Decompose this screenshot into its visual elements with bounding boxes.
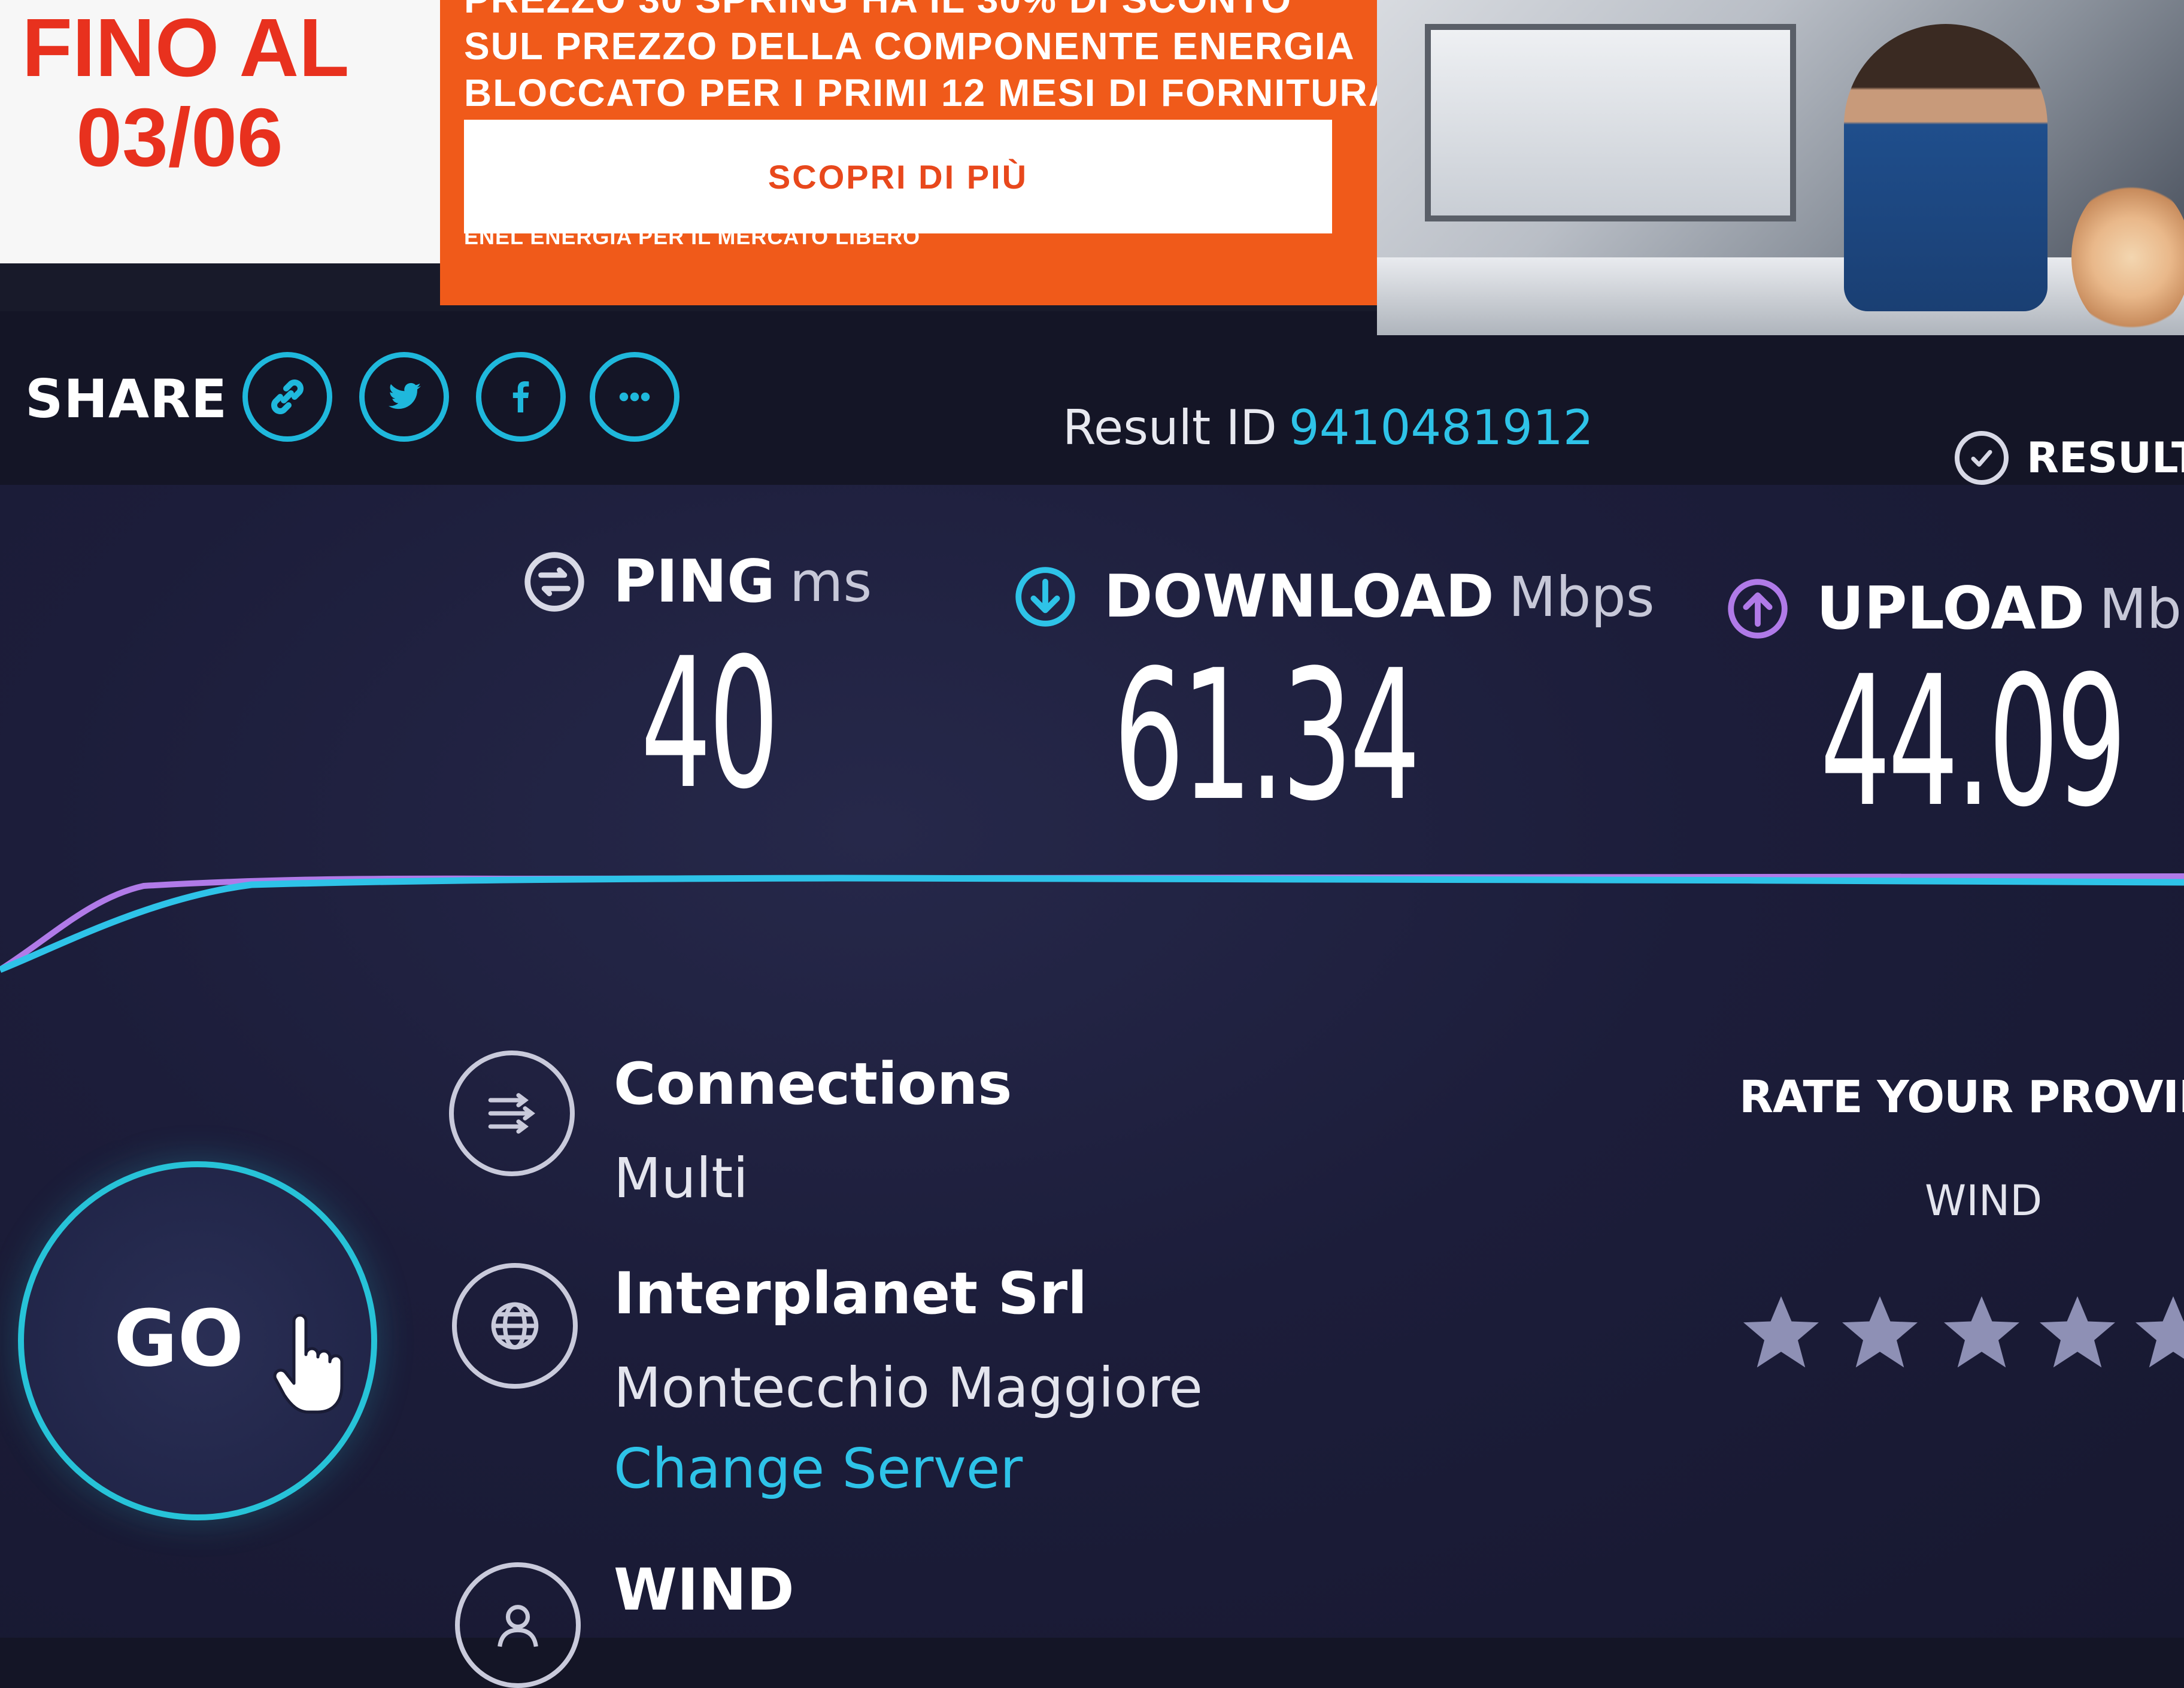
download-value: 61.34 bbox=[1114, 632, 1421, 840]
link-icon bbox=[271, 380, 304, 414]
ping-label: PING bbox=[613, 548, 775, 616]
download-unit: Mbps bbox=[1508, 564, 1655, 629]
rate-provider-title: RATE YOUR PROVIDER bbox=[1739, 1071, 2184, 1123]
connections-icon bbox=[449, 1051, 575, 1176]
upload-value: 44.09 bbox=[1820, 637, 2127, 846]
ad-headline-line: PREZZO 30 SPRING HA IL 30% DI SCONTO bbox=[464, 0, 1362, 23]
connections-title: Connections bbox=[614, 1051, 1012, 1118]
connections-value[interactable]: Multi bbox=[614, 1146, 748, 1210]
share-facebook-button[interactable] bbox=[476, 352, 566, 442]
result-id-value[interactable]: 9410481912 bbox=[1289, 400, 1594, 456]
upload-header: UPLOAD Mbps bbox=[1724, 575, 2184, 643]
upload-unit: Mbps bbox=[2099, 576, 2184, 641]
ad-headline-line: SUL PREZZO DELLA COMPONENTE ENERGIA bbox=[464, 25, 1355, 68]
rating-star-1[interactable] bbox=[1739, 1290, 1823, 1374]
photo-flowers bbox=[2071, 180, 2184, 335]
rating-star-2[interactable] bbox=[1838, 1290, 1922, 1374]
photo-person bbox=[1844, 24, 2048, 311]
facebook-icon bbox=[512, 381, 529, 412]
ping-value: 40 bbox=[641, 620, 779, 828]
more-icon bbox=[619, 392, 650, 402]
ad-date-line1: FINO AL bbox=[22, 2, 350, 94]
ping-unit: ms bbox=[789, 549, 872, 614]
change-server-link[interactable]: Change Server bbox=[614, 1437, 1023, 1501]
share-more-button[interactable] bbox=[590, 352, 680, 442]
results-link-label: RESULTS bbox=[2027, 433, 2184, 482]
user-icon bbox=[455, 1562, 581, 1688]
upload-icon bbox=[1724, 575, 1791, 642]
ad-offer-panel: PREZZO 30 SPRING HA IL 30% DI SCONTO SUL… bbox=[440, 0, 1409, 305]
download-icon bbox=[1012, 563, 1079, 630]
ad-photo bbox=[1377, 0, 2184, 341]
twitter-icon bbox=[389, 382, 421, 409]
rating-star-4[interactable] bbox=[2036, 1290, 2119, 1374]
rating-star-5[interactable] bbox=[2131, 1290, 2184, 1374]
result-id: Result ID 9410481912 bbox=[1063, 400, 1594, 456]
share-twitter-button[interactable] bbox=[359, 352, 449, 442]
globe-icon bbox=[452, 1263, 578, 1389]
ad-banner[interactable]: FINO AL 03/06 PREZZO 30 SPRING HA IL 30%… bbox=[0, 0, 2184, 341]
ping-icon bbox=[521, 548, 588, 615]
isp-name: WIND bbox=[614, 1556, 794, 1623]
server-host: Interplanet Srl bbox=[614, 1260, 1087, 1327]
rating-star-3[interactable] bbox=[1940, 1290, 2024, 1374]
results-link[interactable]: RESULTS bbox=[1955, 431, 2184, 485]
download-graph-line bbox=[0, 875, 2184, 973]
photo-counter bbox=[1377, 257, 2184, 341]
ad-footnote: ENEL ENERGIA PER IL MERCATO LIBERO bbox=[464, 224, 921, 249]
ad-cta-button[interactable]: SCOPRI DI PIÙ bbox=[464, 120, 1332, 233]
share-link-button[interactable] bbox=[242, 352, 332, 442]
upload-label: UPLOAD bbox=[1816, 575, 2085, 643]
ping-header: PING ms bbox=[521, 548, 872, 616]
hand-cursor-icon bbox=[273, 1314, 344, 1414]
download-header: DOWNLOAD Mbps bbox=[1012, 563, 1655, 631]
ad-date-line2: 03/06 bbox=[76, 92, 283, 184]
download-label: DOWNLOAD bbox=[1104, 563, 1494, 631]
server-location: Montecchio Maggiore bbox=[614, 1356, 1203, 1420]
upload-graph-line bbox=[0, 873, 2184, 973]
check-circle-icon bbox=[1955, 431, 2009, 485]
ad-date-panel: FINO AL 03/06 bbox=[0, 0, 440, 263]
photo-window bbox=[1425, 24, 1796, 221]
ad-headline: PREZZO 30 SPRING HA IL 30% DI SCONTO SUL… bbox=[464, 0, 1409, 116]
share-label: SHARE bbox=[25, 368, 228, 430]
result-id-label: Result ID bbox=[1063, 400, 1277, 456]
go-label: GO bbox=[114, 1293, 244, 1384]
ad-headline-line: BLOCCATO PER I PRIMI 12 MESI DI FORNITUR… bbox=[464, 71, 1409, 114]
speed-graph bbox=[0, 873, 2184, 973]
rate-provider-isp: WIND bbox=[1925, 1176, 2043, 1225]
